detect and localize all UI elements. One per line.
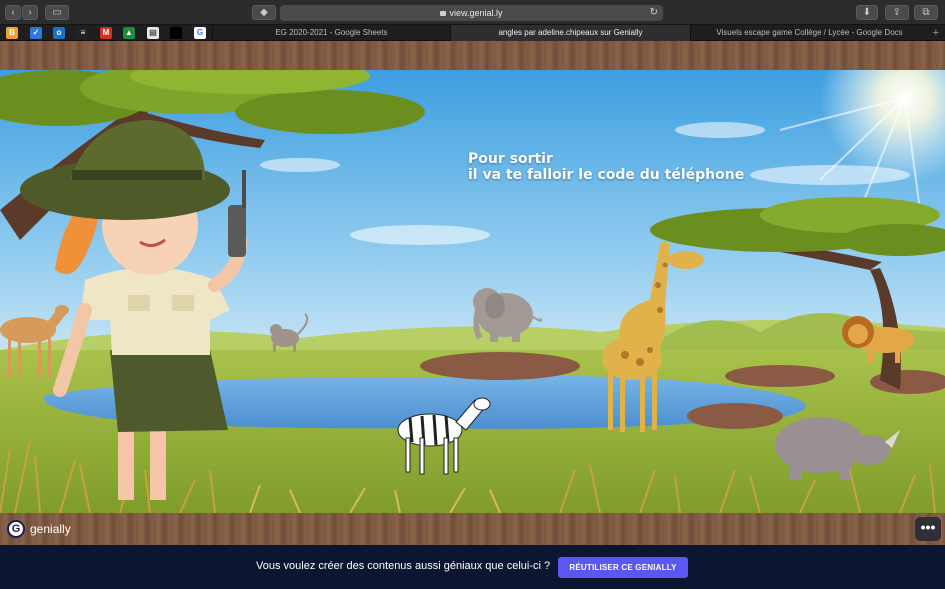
reuse-banner: Vous voulez créer des contenus aussi gén… bbox=[0, 545, 945, 589]
address-url: view.genial.ly bbox=[449, 8, 503, 18]
bookmark-dark-icon[interactable] bbox=[170, 27, 182, 39]
lock-icon bbox=[440, 11, 447, 16]
savanna-scene: Pour sortir il va te falloir le code du … bbox=[0, 70, 945, 513]
genially-logo-icon: G bbox=[7, 520, 25, 538]
bookmark-gmail-icon[interactable]: M bbox=[100, 27, 112, 39]
tab-google-docs[interactable]: Visuels escape game Collège / Lycée - Go… bbox=[690, 25, 928, 41]
tab-google-sheets[interactable]: EG 2020-2021 - Google Sheets bbox=[212, 25, 450, 41]
scene-title: Pour sortir il va te falloir le code du … bbox=[468, 151, 744, 183]
back-arrow-icon[interactable]: ‹ bbox=[5, 5, 21, 20]
scene-title-line2: il va te falloir le code du téléphone bbox=[468, 167, 745, 183]
tab-label: EG 2020-2021 - Google Sheets bbox=[275, 28, 388, 37]
download-icon[interactable]: ⬇ bbox=[856, 5, 878, 20]
bookmark-outlook-icon[interactable]: o bbox=[53, 27, 65, 39]
address-bar[interactable]: view.genial.ly ↻ bbox=[280, 5, 663, 21]
reuse-genially-button[interactable]: RÉUTILISER CE GENIALLY bbox=[558, 557, 688, 578]
reload-icon[interactable]: ↻ bbox=[650, 5, 658, 21]
bookmark-orange-icon[interactable]: B bbox=[6, 27, 18, 39]
tab-genially[interactable]: angles par adeline.chipeaux sur Genially bbox=[450, 25, 690, 41]
browser-toolbar: ‹ › ▭ ◆ view.genial.ly ↻ ⬇ ⇪ ⧉ bbox=[0, 0, 945, 25]
banner-text: Vous voulez créer des contenus aussi gén… bbox=[256, 560, 551, 572]
bookmark-drive-icon[interactable]: ▲ bbox=[123, 27, 135, 39]
bookmark-google-icon[interactable]: G bbox=[194, 27, 206, 39]
tag-icon[interactable]: ◆ bbox=[252, 5, 276, 20]
bookmark-blue-icon[interactable]: ✓ bbox=[30, 27, 42, 39]
more-options-button[interactable]: ••• bbox=[915, 517, 941, 541]
sidebar-icon[interactable]: ▭ bbox=[45, 5, 69, 20]
share-icon[interactable]: ⇪ bbox=[885, 5, 909, 20]
genially-logo[interactable]: G genially bbox=[7, 519, 71, 539]
tab-label: Visuels escape game Collège / Lycée - Go… bbox=[716, 28, 903, 37]
wood-frame-bottom bbox=[0, 513, 945, 545]
forward-arrow-icon[interactable]: › bbox=[22, 5, 38, 20]
wood-frame-top bbox=[0, 41, 945, 70]
bookmark-notes-icon[interactable]: ▤ bbox=[147, 27, 159, 39]
genially-logo-text: genially bbox=[30, 522, 71, 536]
new-tab-icon[interactable]: + bbox=[933, 25, 939, 41]
scene-title-line1: Pour sortir bbox=[468, 151, 553, 167]
tabs-bar: B ✓ o ≡ M ▲ ▤ G EG 2020-2021 - Google Sh… bbox=[0, 25, 945, 41]
tab-label: angles par adeline.chipeaux sur Genially bbox=[498, 28, 643, 37]
bookmark-flag-icon[interactable]: ≡ bbox=[77, 27, 89, 39]
tabs-overview-icon[interactable]: ⧉ bbox=[914, 5, 938, 20]
